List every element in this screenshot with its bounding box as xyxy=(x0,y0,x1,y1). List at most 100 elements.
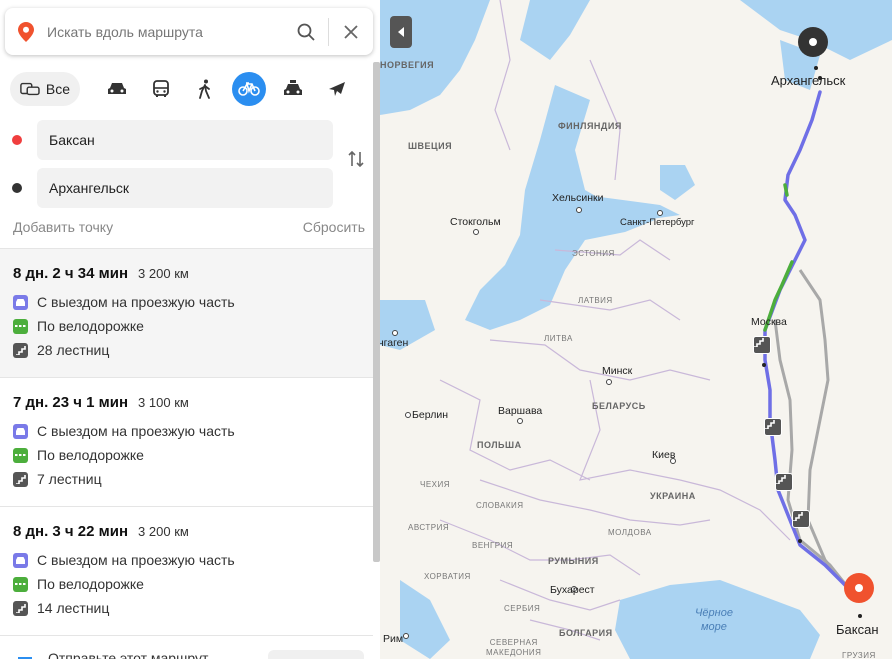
send-button[interactable] xyxy=(268,650,364,659)
pin-icon xyxy=(855,584,863,592)
map-country-label: СЕРБИЯ xyxy=(504,604,541,613)
map-country-label: ЛАТВИЯ xyxy=(578,296,613,305)
map-city-label: Москва xyxy=(751,316,787,328)
route-distance: 3 200 км xyxy=(138,524,189,539)
route-option[interactable]: 8 дн. 2 ч 34 мин 3 200 км С выездом на пр… xyxy=(0,248,373,377)
map-country-label: БОЛГАРИЯ xyxy=(559,628,613,638)
map-city-label: енгаген xyxy=(380,337,409,349)
start-pin[interactable] xyxy=(844,573,874,603)
stairs-info: 28 лестниц xyxy=(37,342,110,358)
map-country-label: РУМЫНИЯ xyxy=(548,556,599,566)
stairs-info: 7 лестниц xyxy=(37,471,102,487)
to-point-row: Архангельск xyxy=(12,168,333,208)
map-canvas xyxy=(380,0,892,659)
route-duration: 7 дн. 23 ч 1 мин xyxy=(13,394,129,411)
mode-walk-button[interactable] xyxy=(188,72,222,106)
bus-icon xyxy=(153,80,169,97)
mode-transit-button[interactable] xyxy=(144,72,178,106)
swap-points-button[interactable] xyxy=(345,148,367,170)
route-option[interactable]: 8 дн. 3 ч 22 мин 3 200 км С выездом на пр… xyxy=(0,506,373,635)
route-distance: 3 100 км xyxy=(138,395,189,410)
from-point-row: Баксан xyxy=(12,120,333,160)
map-sea-label: Чёрное море xyxy=(695,607,733,633)
map-city-label: Стокгольм xyxy=(450,216,501,228)
route-search-box xyxy=(5,8,373,55)
panel-scrollbar[interactable] xyxy=(373,62,380,562)
stairs-marker-icon[interactable] xyxy=(775,473,793,491)
location-pin-icon xyxy=(5,21,47,42)
map-country-label: ШВЕЦИЯ xyxy=(408,141,453,151)
stairs-marker-icon[interactable] xyxy=(792,510,810,528)
send-route-label: Отправьте этот маршрут xyxy=(48,650,209,659)
mode-all-button[interactable]: Все xyxy=(10,72,80,106)
chevron-left-icon xyxy=(398,27,404,37)
road-icon xyxy=(13,552,28,568)
reset-link[interactable]: Сбросить xyxy=(303,219,365,235)
route-distance: 3 200 км xyxy=(138,266,189,281)
end-pin[interactable] xyxy=(798,27,828,57)
road-icon xyxy=(13,294,28,310)
road-icon xyxy=(13,423,28,439)
mode-taxi-button[interactable] xyxy=(276,72,310,106)
start-point-label: Баксан xyxy=(836,622,879,637)
map-country-label: УКРАИНА xyxy=(650,491,696,501)
all-transport-icon xyxy=(20,82,40,96)
walking-icon xyxy=(199,79,210,99)
map-city-label: Минск xyxy=(602,365,633,377)
map-country-label: ПОЛЬША xyxy=(477,440,522,450)
map-country-label: СЛОВАКИЯ xyxy=(476,501,524,510)
pin-icon xyxy=(809,38,817,46)
map-country-label: ХОРВАТИЯ xyxy=(424,572,471,581)
route-option[interactable]: 7 дн. 23 ч 1 мин 3 100 км С выездом на пр… xyxy=(0,377,373,506)
map-city-label: Хельсинки xyxy=(552,192,604,204)
map-city-label: Киев xyxy=(652,449,676,461)
search-along-route-input[interactable] xyxy=(47,23,284,40)
map-view[interactable]: НОРВЕГИЯ ФИНЛЯНДИЯ ШВЕЦИЯ ЭСТОНИЯ ЛАТВИЯ… xyxy=(380,0,892,659)
map-country-label: СЕВЕРНАЯ МАКЕДОНИЯ xyxy=(486,638,542,657)
to-point-field[interactable]: Архангельск xyxy=(37,168,333,208)
map-city-label: Варшава xyxy=(498,405,543,417)
from-point-field[interactable]: Баксан xyxy=(37,120,333,160)
route-duration: 8 дн. 2 ч 34 мин xyxy=(13,265,129,282)
car-icon xyxy=(108,83,126,94)
map-city-label: Санкт-Петербург xyxy=(620,217,695,228)
collapse-panel-button[interactable] xyxy=(390,16,412,48)
mode-plane-button[interactable] xyxy=(320,72,354,106)
bike-lane-icon xyxy=(13,576,28,592)
stairs-icon xyxy=(13,600,28,616)
route-actions: Добавить точку Сбросить xyxy=(13,219,365,235)
map-country-label: АВСТРИЯ xyxy=(408,523,450,532)
search-button[interactable] xyxy=(284,8,328,55)
end-dot-icon xyxy=(12,183,22,193)
close-button[interactable] xyxy=(329,8,373,55)
send-route-row[interactable]: Отправьте этот маршрут xyxy=(18,650,208,659)
map-city-label: Берлин xyxy=(412,409,449,421)
add-point-link[interactable]: Добавить точку xyxy=(13,219,113,235)
mode-bike-button[interactable] xyxy=(232,72,266,106)
stairs-marker-icon[interactable] xyxy=(764,418,782,436)
stairs-marker-icon[interactable] xyxy=(753,336,771,354)
divider xyxy=(0,635,373,636)
bike-lane-icon xyxy=(13,447,28,463)
map-country-label: ГРУЗИЯ xyxy=(842,651,876,659)
map-country-label: ЭСТОНИЯ xyxy=(572,249,615,258)
bike-lane-info: По велодорожке xyxy=(37,447,144,463)
map-country-label: ВЕНГРИЯ xyxy=(472,541,514,550)
mode-car-button[interactable] xyxy=(100,72,134,106)
bike-lane-info: По велодорожке xyxy=(37,318,144,334)
transport-modes: Все xyxy=(10,72,364,106)
map-country-label: ЧЕХИЯ xyxy=(420,480,451,489)
map-country-label: МОЛДОВА xyxy=(608,528,652,537)
stairs-icon xyxy=(13,471,28,487)
route-duration: 8 дн. 3 ч 22 мин xyxy=(13,523,129,540)
map-city-label: Бухарест xyxy=(550,584,595,596)
end-point-label: Архангельск xyxy=(771,73,846,88)
search-icon xyxy=(297,23,315,41)
map-country-label: НОРВЕГИЯ xyxy=(380,60,435,70)
map-country-label: ФИНЛЯНДИЯ xyxy=(558,121,622,131)
airplane-icon xyxy=(329,82,345,96)
road-info: С выездом на проезжую часть xyxy=(37,552,235,568)
bike-lane-info: По велодорожке xyxy=(37,576,144,592)
bicycle-icon xyxy=(238,82,260,96)
stairs-icon xyxy=(13,342,28,358)
